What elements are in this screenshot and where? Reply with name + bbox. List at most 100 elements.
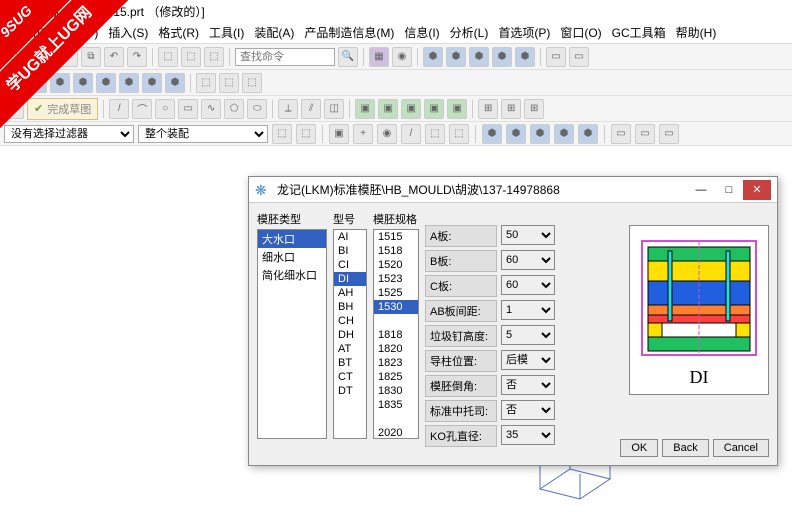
tool-btn[interactable]: ▣ (401, 99, 421, 119)
param-select[interactable]: 60 (501, 275, 555, 295)
list-item[interactable]: 1835 (374, 398, 418, 412)
list-item[interactable]: DT (334, 384, 366, 398)
tool-btn[interactable]: ⬚ (296, 124, 316, 144)
tool-btn[interactable]: ▣ (447, 99, 467, 119)
tool-btn[interactable]: ⬢ (446, 47, 466, 67)
tool-btn[interactable]: ⬢ (119, 73, 139, 93)
menu-item[interactable]: 帮助(H) (671, 22, 722, 43)
tool-btn[interactable]: ⬢ (515, 47, 535, 67)
tool-btn[interactable]: ⬢ (50, 73, 70, 93)
tool-btn[interactable]: ⬚ (204, 47, 224, 67)
menu-item[interactable]: GC工具箱 (607, 22, 671, 43)
tool-btn[interactable]: ⧉ (81, 47, 101, 67)
param-select[interactable]: 5 (501, 325, 555, 345)
list-item[interactable]: 1518 (374, 244, 418, 258)
tool-btn[interactable]: / (401, 124, 421, 144)
menu-item[interactable]: 格式(R) (153, 22, 204, 43)
list-item[interactable]: 2020 (374, 426, 418, 439)
tool-btn[interactable]: ⬚ (181, 47, 201, 67)
param-select[interactable]: 1 (501, 300, 555, 320)
list-item[interactable] (374, 314, 418, 328)
menu-item[interactable]: 首选项(P) (493, 22, 555, 43)
tool-btn[interactable]: ▣ (378, 99, 398, 119)
list-item[interactable]: 1520 (374, 258, 418, 272)
ok-button[interactable]: OK (620, 439, 658, 457)
menu-item[interactable]: 工具(I) (204, 22, 249, 43)
tool-btn[interactable]: ↶ (104, 47, 124, 67)
list-item[interactable]: AH (334, 286, 366, 300)
tool-btn[interactable]: ⬚ (242, 73, 262, 93)
menu-item[interactable]: 产品制造信息(M) (299, 22, 399, 43)
dialog-titlebar[interactable]: ❋ 龙记(LKM)标准模胚\HB_MOULD\胡波\137-14978868 —… (249, 177, 777, 203)
done-sketch-btn[interactable]: ✔完成草图 (27, 98, 98, 120)
list-item[interactable]: BT (334, 356, 366, 370)
tool-btn[interactable]: ⬢ (492, 47, 512, 67)
tool-btn[interactable]: / (109, 99, 129, 119)
tool-btn[interactable]: ⬢ (506, 124, 526, 144)
search-input[interactable] (235, 48, 335, 66)
back-button[interactable]: Back (662, 439, 708, 457)
list-item[interactable]: 1830 (374, 384, 418, 398)
list-item[interactable]: BI (334, 244, 366, 258)
tool-btn[interactable]: ⬢ (530, 124, 550, 144)
tool-btn[interactable]: ↷ (127, 47, 147, 67)
tool-btn[interactable]: ✂ (58, 47, 78, 67)
tool-btn[interactable]: ⟂ (278, 99, 298, 119)
search-btn[interactable]: 🔍 (338, 47, 358, 67)
tool-btn[interactable]: ◉ (392, 47, 412, 67)
tool-btn[interactable]: ⬢ (554, 124, 574, 144)
tool-btn[interactable]: ▭ (659, 124, 679, 144)
list-item[interactable]: CI (334, 258, 366, 272)
list-item[interactable]: 1823 (374, 356, 418, 370)
tool-btn[interactable]: ⬠ (224, 99, 244, 119)
tool-btn[interactable]: ▦ (369, 47, 389, 67)
list-item[interactable]: CH (334, 314, 366, 328)
param-select[interactable]: 50 (501, 225, 555, 245)
list-item[interactable]: DH (334, 328, 366, 342)
filter-select-2[interactable]: 整个装配 (138, 125, 268, 143)
tool-btn[interactable]: ▭ (635, 124, 655, 144)
tool-btn[interactable]: ⬚ (219, 73, 239, 93)
tool-btn[interactable]: ⬚ (449, 124, 469, 144)
cancel-button[interactable]: Cancel (713, 439, 769, 457)
minimize-button[interactable]: — (687, 180, 715, 200)
list-item[interactable]: 1818 (374, 328, 418, 342)
tool-btn[interactable]: ⬚ (158, 47, 178, 67)
tool-btn[interactable]: ▾ (27, 47, 47, 67)
tool-btn[interactable]: ◻ (4, 47, 24, 67)
specs-listbox[interactable]: 151515181520152315251530 181818201823182… (373, 229, 419, 439)
tool-btn[interactable]: ○ (155, 99, 175, 119)
close-button[interactable]: ✕ (743, 180, 771, 200)
tool-btn[interactable]: + (353, 124, 373, 144)
param-select[interactable]: 60 (501, 250, 555, 270)
list-item[interactable]: 简化细水口 (258, 266, 326, 284)
list-item[interactable]: 1530 (374, 300, 418, 314)
maximize-button[interactable]: □ (715, 180, 743, 200)
tool-btn[interactable]: ⬢ (4, 73, 24, 93)
tool-btn[interactable]: ⬚ (196, 73, 216, 93)
menu-item[interactable]: 视图(V) (53, 22, 103, 43)
tool-btn[interactable]: ⬢ (96, 73, 116, 93)
list-item[interactable]: 1515 (374, 230, 418, 244)
tool-btn[interactable]: ⊞ (524, 99, 544, 119)
tool-btn[interactable]: ⬢ (469, 47, 489, 67)
menu-item[interactable]: 文件(F) (4, 22, 53, 43)
tool-btn[interactable]: ⬚ (425, 124, 445, 144)
list-item[interactable]: 1523 (374, 272, 418, 286)
tool-btn[interactable]: ⬢ (165, 73, 185, 93)
tool-btn[interactable]: ▣ (329, 124, 349, 144)
list-item[interactable]: AI (334, 230, 366, 244)
tool-btn[interactable]: ◫ (324, 99, 344, 119)
param-select[interactable]: 35 (501, 425, 555, 445)
tool-btn[interactable]: ▭ (611, 124, 631, 144)
menu-item[interactable]: 窗口(O) (555, 22, 606, 43)
list-item[interactable]: DI (334, 272, 366, 286)
list-item[interactable]: 大水口 (258, 230, 326, 248)
models-listbox[interactable]: AIBICIDIAHBHCHDHATBTCTDT (333, 229, 367, 439)
list-item[interactable]: BH (334, 300, 366, 314)
param-select[interactable]: 否 (501, 400, 555, 420)
tool-btn[interactable]: ▭ (178, 99, 198, 119)
types-listbox[interactable]: 大水口细水口简化细水口 (257, 229, 327, 439)
tool-btn[interactable]: ⬢ (27, 73, 47, 93)
tool-btn[interactable]: ▣ (424, 99, 444, 119)
